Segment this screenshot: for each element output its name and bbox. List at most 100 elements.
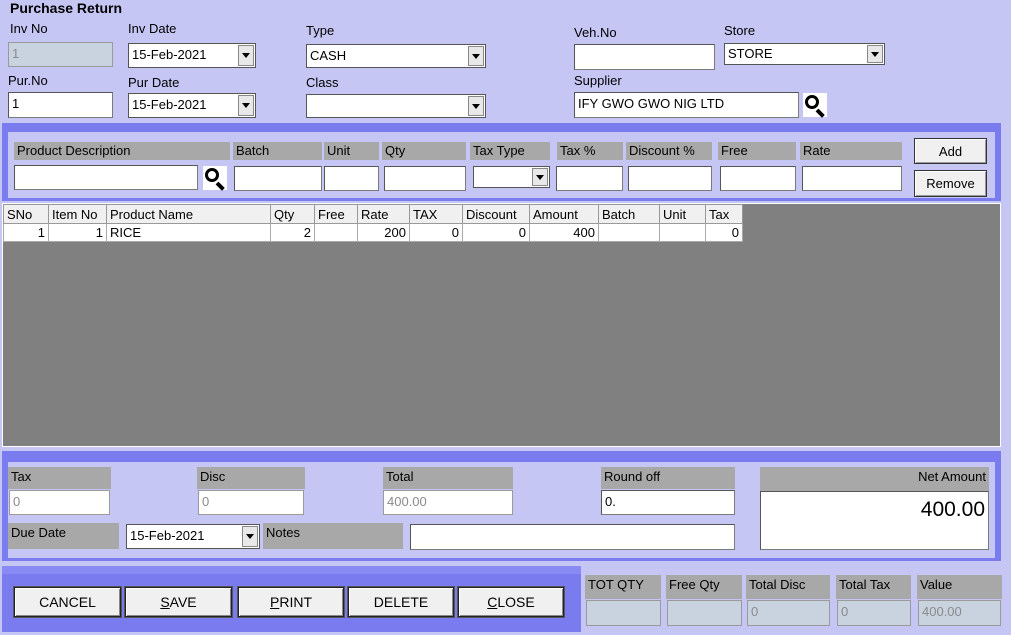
add-button[interactable]: Add [914, 138, 987, 164]
pur-no-input[interactable]: 1 [8, 92, 113, 118]
grid-column-header[interactable]: Unit [659, 204, 706, 224]
grid-cell[interactable]: 0 [462, 223, 530, 242]
save-mnemonic: S [160, 594, 170, 610]
tax-type-header: Tax Type [470, 142, 550, 160]
qty-input[interactable] [384, 166, 466, 191]
grid-column-header[interactable]: Qty [270, 204, 315, 224]
store-select[interactable]: STORE [724, 43, 885, 65]
page-title: Purchase Return [10, 0, 123, 16]
grid-column-header[interactable]: Amount [529, 204, 599, 224]
remove-button[interactable]: Remove [914, 170, 987, 197]
grid-column-header[interactable]: Batch [598, 204, 660, 224]
class-select[interactable] [306, 94, 486, 118]
net-amount-label: Net Amount [760, 467, 989, 491]
discount-pct-input[interactable] [628, 166, 712, 191]
product-description-input[interactable] [14, 165, 198, 190]
tax-pct-input[interactable] [556, 166, 623, 191]
grid-column-header[interactable]: Discount [462, 204, 530, 224]
notes-label: Notes [263, 523, 403, 549]
save-button[interactable]: S AVE [125, 587, 232, 617]
disc-total-label: Disc [197, 467, 305, 489]
grid-cell[interactable] [598, 223, 660, 242]
type-dropdown-button[interactable] [468, 46, 484, 66]
actions-panel-strip [2, 566, 581, 574]
inv-date-dropdown-button[interactable] [238, 45, 254, 66]
free-input[interactable] [720, 166, 796, 191]
class-label: Class [306, 75, 339, 90]
grid-column-header[interactable]: Free [314, 204, 358, 224]
tax-type-select[interactable] [473, 166, 550, 188]
table-row[interactable]: 1 1 RICE 2 200 0 0 400 0 [3, 223, 743, 242]
grid-cell[interactable] [659, 223, 706, 242]
due-date-label: Due Date [8, 523, 119, 549]
class-dropdown-button[interactable] [468, 96, 484, 116]
tax-type-dropdown-button[interactable] [532, 168, 548, 186]
grid-cell[interactable]: 0 [409, 223, 463, 242]
inv-date-value: 15-Feb-2021 [132, 47, 207, 62]
total-tax-field[interactable]: 0 [837, 600, 911, 626]
tax-pct-header: Tax % [557, 142, 623, 160]
unit-input[interactable] [324, 166, 379, 191]
supplier-input[interactable]: IFY GWO GWO NIG LTD [574, 92, 799, 118]
grid-cell[interactable]: 2 [270, 223, 315, 242]
supplier-search-icon[interactable] [803, 93, 827, 118]
grid-column-header[interactable]: Item No [48, 204, 107, 224]
total-field[interactable]: 400.00 [383, 490, 513, 515]
product-search-icon[interactable] [203, 166, 227, 191]
total-disc-field[interactable]: 0 [747, 600, 830, 626]
notes-input[interactable] [410, 524, 735, 550]
inv-no-field[interactable]: 1 [8, 42, 113, 67]
round-off-input[interactable]: 0. [601, 490, 735, 515]
value-label: Value [917, 575, 1002, 599]
chevron-down-icon [246, 534, 254, 539]
tax-total-field[interactable]: 0 [9, 490, 110, 515]
pur-date-picker[interactable]: 15-Feb-2021 [128, 93, 256, 118]
grid-column-header[interactable]: Product Name [106, 204, 271, 224]
inv-date-picker[interactable]: 15-Feb-2021 [128, 43, 256, 68]
rate-header: Rate [800, 142, 902, 160]
grid-column-header[interactable]: TAX [409, 204, 463, 224]
batch-input[interactable] [234, 166, 322, 191]
free-header: Free [718, 142, 796, 160]
grid-cell[interactable] [314, 223, 358, 242]
grid-cell[interactable]: 200 [357, 223, 410, 242]
tot-qty-field[interactable] [586, 600, 661, 626]
save-button-label: AVE [169, 594, 197, 610]
print-mnemonic: P [269, 594, 280, 610]
grid-column-header[interactable]: Tax [705, 204, 743, 224]
round-off-label: Round off [601, 467, 735, 489]
chevron-down-icon [871, 51, 879, 57]
grid-column-header[interactable]: Rate [357, 204, 410, 224]
delete-button-label: DELETE [373, 594, 429, 610]
delete-button[interactable]: DELETE [348, 587, 454, 617]
tax-total-label: Tax [8, 467, 111, 489]
chevron-down-icon [536, 174, 544, 180]
due-date-dropdown-button[interactable] [242, 526, 258, 547]
print-button-label: RINT [279, 594, 312, 610]
chevron-down-icon [242, 53, 250, 58]
close-button[interactable]: C LOSE [458, 587, 564, 617]
product-description-header: Product Description [14, 142, 230, 160]
type-select[interactable]: CASH [306, 44, 486, 68]
grid-cell[interactable]: 1 [48, 223, 107, 242]
disc-total-field[interactable]: 0 [198, 490, 304, 515]
pur-date-value: 15-Feb-2021 [132, 97, 207, 112]
grid-cell[interactable]: 400 [529, 223, 599, 242]
grid-cell[interactable]: 1 [3, 223, 49, 242]
veh-no-input[interactable] [574, 44, 715, 70]
free-qty-field[interactable] [667, 600, 742, 626]
grid-cell[interactable]: 0 [705, 223, 743, 242]
value-field[interactable]: 400.00 [918, 600, 1001, 626]
grid-cell[interactable]: RICE [106, 223, 271, 242]
grid-column-header[interactable]: SNo [3, 204, 49, 224]
type-label: Type [306, 23, 335, 38]
due-date-value: 15-Feb-2021 [130, 528, 205, 543]
items-table: SNo Item No Product Name Qty Free Rate TAX Disc… [3, 204, 743, 242]
store-dropdown-button[interactable] [867, 45, 883, 63]
due-date-picker[interactable]: 15-Feb-2021 [126, 524, 260, 549]
discount-pct-header: Discount % [626, 142, 712, 160]
print-button[interactable]: P RINT [238, 587, 344, 617]
cancel-button[interactable]: CANCEL [14, 587, 121, 617]
rate-input[interactable] [802, 166, 902, 191]
pur-date-dropdown-button[interactable] [238, 95, 254, 116]
